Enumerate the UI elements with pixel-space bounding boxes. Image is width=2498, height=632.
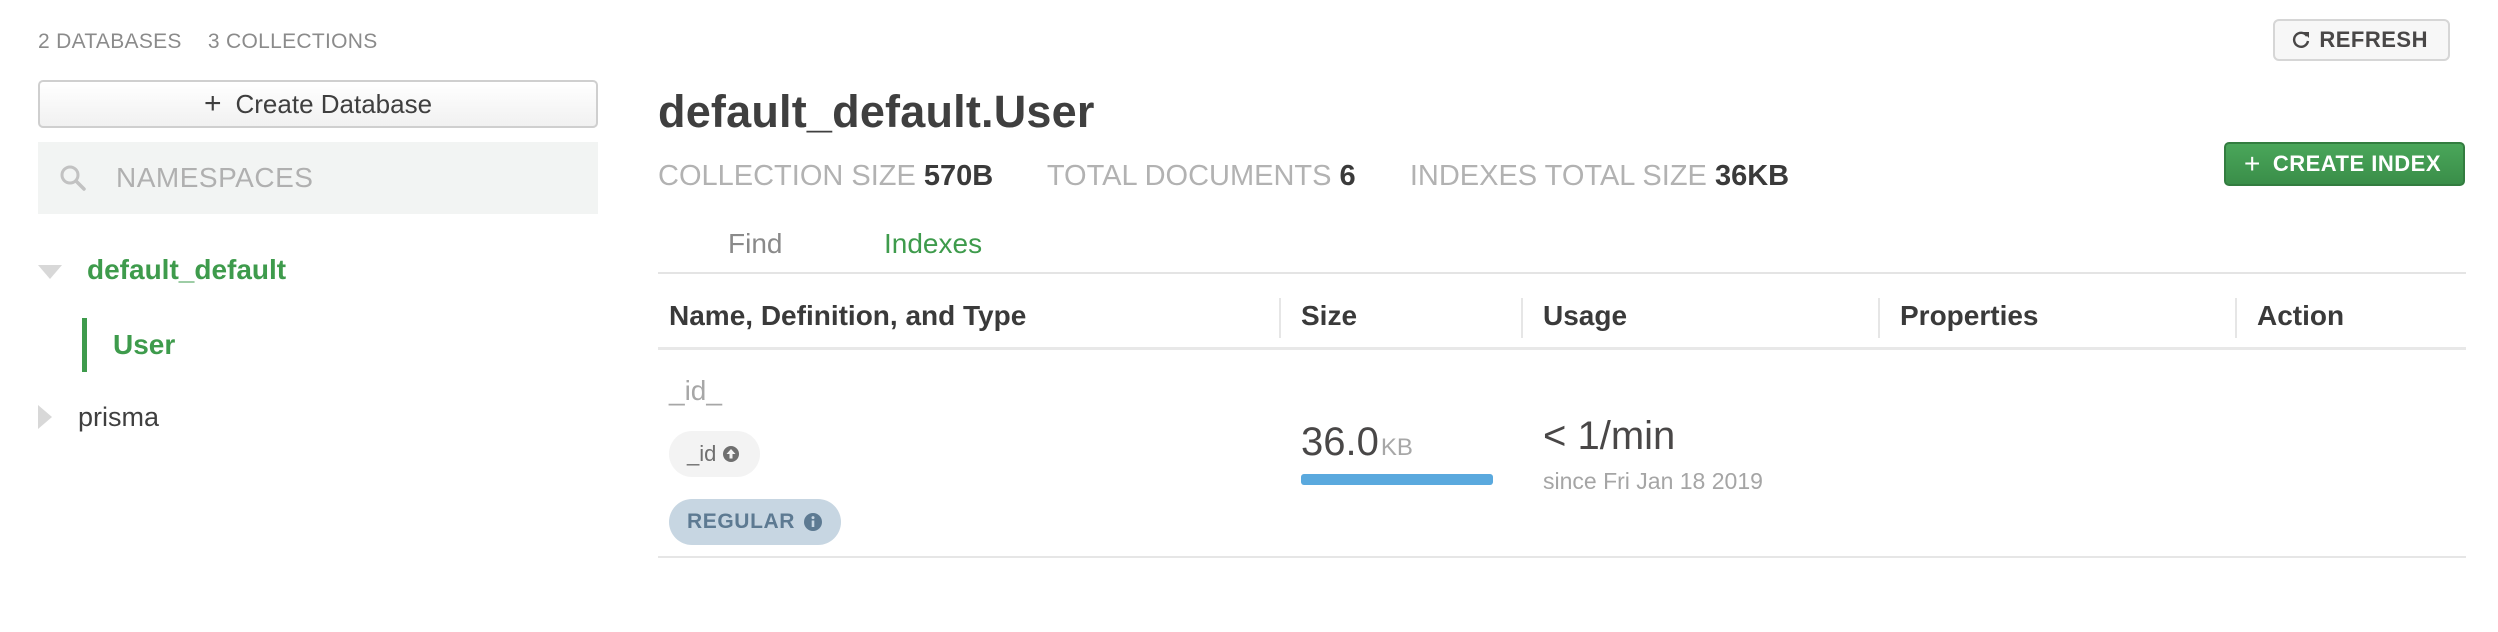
namespace-search (38, 142, 598, 214)
column-header-name[interactable]: Name, Definition, and Type (669, 300, 1026, 332)
plus-icon: + (203, 87, 222, 120)
collection-size-label: COLLECTION SIZE (658, 160, 916, 192)
indexes-size-label: INDEXES TOTAL SIZE (1409, 160, 1707, 192)
arrow-up-circle-icon (723, 446, 740, 462)
index-size-bar (1301, 474, 1493, 485)
total-documents-value: 6 (1339, 160, 1356, 192)
create-index-button[interactable]: + CREATE INDEX (2223, 142, 2465, 186)
total-documents-label: TOTAL DOCUMENTS (1046, 160, 1332, 192)
create-index-label: CREATE INDEX (2272, 151, 2441, 176)
column-header-properties[interactable]: Properties (1900, 300, 2039, 332)
instance-counts: 2 DATABASES 3 COLLECTIONS (38, 30, 398, 54)
search-icon (60, 165, 86, 191)
index-field-pill: _id (669, 431, 761, 477)
index-size-unit: KB (1380, 434, 1413, 461)
column-divider (1279, 298, 1281, 338)
databases-count: 2 DATABASES (38, 30, 182, 53)
index-usage-since: since Fri Jan 18 2019 (1543, 468, 1763, 494)
collection-title: default_default.User (658, 86, 1095, 137)
table-row-divider (658, 556, 2466, 558)
refresh-label: REFRESH (2319, 27, 2428, 52)
index-field-name: _id (687, 441, 717, 466)
sidebar-database-default-default[interactable]: default_default (87, 254, 286, 286)
column-divider (1878, 298, 1880, 338)
column-divider (2235, 298, 2237, 338)
refresh-button[interactable]: REFRESH (2273, 19, 2450, 61)
tabs-divider (658, 272, 2466, 274)
index-size-bar-fill (1301, 474, 1493, 485)
info-icon[interactable] (803, 512, 823, 532)
sidebar-collection-user[interactable]: User (113, 329, 175, 361)
index-name: _id_ (669, 375, 722, 406)
collection-stats: COLLECTION SIZE 570B TOTAL DOCUMENTS 6 I… (658, 160, 1789, 193)
column-header-size[interactable]: Size (1301, 300, 1357, 332)
index-size: 36.0KB (1301, 420, 1413, 465)
namespace-search-input[interactable] (114, 161, 578, 195)
expand-caret-icon[interactable] (38, 405, 52, 429)
index-type-label: REGULAR (687, 510, 796, 533)
table-header-divider (658, 347, 2466, 350)
create-database-label: Create Database (235, 88, 433, 119)
collections-count: 3 COLLECTIONS (207, 30, 378, 53)
active-collection-indicator (82, 318, 87, 372)
refresh-icon (2293, 31, 2310, 48)
collapse-caret-icon[interactable] (38, 265, 62, 279)
index-type-badge: REGULAR (669, 499, 842, 545)
column-header-usage[interactable]: Usage (1543, 300, 1627, 332)
sidebar-database-prisma[interactable]: prisma (78, 402, 159, 433)
column-divider (1521, 298, 1523, 338)
create-database-button[interactable]: + Create Database (38, 80, 598, 128)
index-usage-rate: < 1/min (1543, 414, 1676, 458)
plus-icon: + (2243, 148, 2261, 179)
index-size-value: 36.0 (1301, 420, 1379, 464)
column-header-action[interactable]: Action (2257, 300, 2344, 332)
indexes-size-value: 36KB (1714, 160, 1790, 192)
tab-indexes[interactable]: Indexes (884, 228, 982, 260)
collection-size-value: 570B (923, 160, 994, 192)
tab-find[interactable]: Find (728, 228, 782, 260)
